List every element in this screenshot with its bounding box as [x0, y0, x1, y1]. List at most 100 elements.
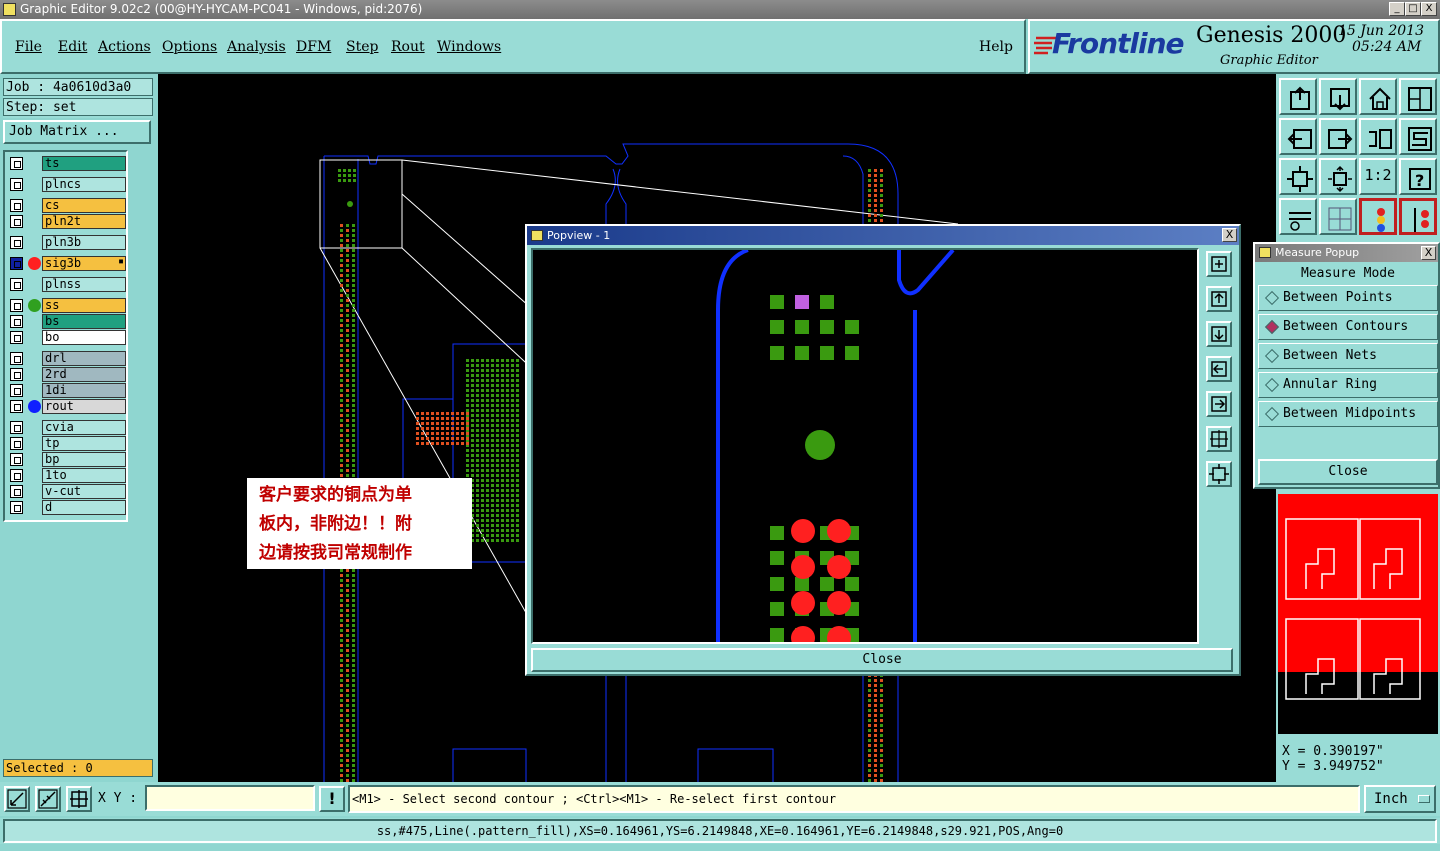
alert-button[interactable]: ! [319, 786, 345, 812]
layer-checkbox[interactable] [10, 315, 23, 328]
layer-row-plnss[interactable]: plnss [8, 277, 128, 292]
pan-left-button[interactable] [1279, 118, 1317, 155]
zoom-center-button[interactable] [1319, 158, 1357, 195]
measure-option-between-midpoints[interactable]: Between Midpoints [1258, 401, 1438, 427]
layer-checkbox[interactable] [10, 299, 23, 312]
menu-windows[interactable]: Windows [437, 39, 501, 55]
pop-pan-up-button[interactable] [1206, 286, 1232, 312]
help-button[interactable]: ? [1399, 158, 1437, 195]
layer-checkbox[interactable] [10, 400, 23, 413]
zoom-home-up-button[interactable] [1279, 78, 1317, 115]
layer-row-drl[interactable]: drl [8, 351, 128, 366]
layer-row-bo[interactable]: bo [8, 330, 128, 345]
pan-right-button[interactable] [1319, 118, 1357, 155]
measure-option-between-contours[interactable]: Between Contours [1258, 314, 1438, 340]
menu-file[interactable]: File [15, 39, 42, 55]
snap-grid-button[interactable] [66, 786, 92, 812]
popview-close-button[interactable]: Close [531, 648, 1233, 672]
zoom-1-2-button[interactable]: 1:2 [1359, 158, 1397, 195]
measure-close-x[interactable]: X [1421, 246, 1436, 260]
measure-option-between-nets[interactable]: Between Nets [1258, 343, 1438, 369]
layer-row-cs[interactable]: cs [8, 198, 128, 213]
pop-zoom-fit-button[interactable] [1206, 426, 1232, 452]
measure-popup[interactable]: Measure Popup X Measure Mode Between Poi… [1253, 242, 1440, 489]
layer-name[interactable]: pln2t [42, 214, 126, 229]
layer-name[interactable]: bo [42, 330, 126, 345]
pop-zoom-in-button[interactable] [1206, 251, 1232, 277]
popview-canvas[interactable] [531, 248, 1199, 644]
layer-checkbox[interactable] [10, 384, 23, 397]
popview-close-x[interactable]: X [1222, 228, 1237, 242]
layer-name[interactable]: cs [42, 198, 126, 213]
tools-button[interactable] [1279, 198, 1317, 235]
layer-row-rout[interactable]: rout [8, 399, 128, 414]
xy-input[interactable] [145, 785, 315, 811]
layer-name[interactable]: plncs [42, 177, 126, 192]
measure-close-button[interactable]: Close [1258, 459, 1438, 485]
layer-name[interactable]: bp [42, 452, 126, 467]
home-view-button[interactable] [1359, 78, 1397, 115]
layer-row-sig3b[interactable]: sig3b ▪ [8, 256, 128, 271]
close-window-button[interactable]: X [1421, 2, 1437, 16]
layer-checkbox[interactable] [10, 236, 23, 249]
swap-button[interactable] [1399, 118, 1437, 155]
layer-row-1di[interactable]: 1di [8, 383, 128, 398]
layer-name[interactable]: drl [42, 351, 126, 366]
layer-name[interactable]: ss [42, 298, 126, 313]
layer-checkbox[interactable] [10, 215, 23, 228]
layer-name[interactable]: 2rd [42, 367, 126, 382]
pop-pan-down-button[interactable] [1206, 321, 1232, 347]
layer-checkbox[interactable] [10, 485, 23, 498]
units-select[interactable]: Inch [1364, 785, 1436, 813]
grid-button[interactable] [1319, 198, 1357, 235]
layer-row-cvia[interactable]: cvia [8, 420, 128, 435]
layer-row-plncs[interactable]: plncs [8, 177, 128, 192]
layer-checkbox[interactable] [10, 278, 23, 291]
maximize-button[interactable]: □ [1405, 2, 1421, 16]
menu-help[interactable]: Help [979, 39, 1013, 55]
layer-name[interactable]: tp [42, 436, 126, 451]
layer-checkbox[interactable] [10, 331, 23, 344]
layer-name[interactable]: sig3b [42, 256, 126, 271]
layer-name[interactable]: 1to [42, 468, 126, 483]
measure-tool-button[interactable] [35, 786, 61, 812]
mirror-button[interactable] [1359, 118, 1397, 155]
layer-row-2rd[interactable]: 2rd [8, 367, 128, 382]
layer-row-d[interactable]: d [8, 500, 128, 515]
layer-name[interactable]: cvia [42, 420, 126, 435]
layer-name[interactable]: 1di [42, 383, 126, 398]
layer-checkbox[interactable] [10, 469, 23, 482]
pop-zoom-center-button[interactable] [1206, 461, 1232, 487]
layer-checkbox[interactable] [10, 257, 23, 270]
layer-name[interactable]: bs [42, 314, 126, 329]
layer-row-ss[interactable]: ss [8, 298, 128, 313]
layer-name[interactable]: pln3b [42, 235, 126, 250]
layer-row-v-cut[interactable]: v-cut [8, 484, 128, 499]
minimize-button[interactable]: _ [1389, 2, 1405, 16]
measure-option-between-points[interactable]: Between Points [1258, 285, 1438, 311]
layer-checkbox[interactable] [10, 453, 23, 466]
menu-analysis[interactable]: Analysis [227, 39, 286, 55]
menu-actions[interactable]: Actions [98, 39, 151, 55]
menu-step[interactable]: Step [346, 39, 378, 55]
zoom-down-button[interactable] [1319, 78, 1357, 115]
layer-checkbox[interactable] [10, 352, 23, 365]
layer-checkbox[interactable] [10, 501, 23, 514]
overview-map[interactable] [1278, 494, 1438, 734]
layer-name[interactable]: rout [42, 399, 126, 414]
select-tool-button[interactable] [4, 786, 30, 812]
layer-row-ts[interactable]: ts [8, 156, 128, 171]
job-matrix-button[interactable]: Job Matrix ... [3, 120, 151, 144]
layer-checkbox[interactable] [10, 368, 23, 381]
menu-options[interactable]: Options [162, 39, 217, 55]
layer-row-tp[interactable]: tp [8, 436, 128, 451]
layer-checkbox[interactable] [10, 178, 23, 191]
popview-window[interactable]: Popview - 1 X Close [525, 224, 1241, 676]
menu-dfm[interactable]: DFM [296, 39, 331, 55]
pop-pan-left-button[interactable] [1206, 356, 1232, 382]
zoom-fit-button[interactable] [1279, 158, 1317, 195]
menu-edit[interactable]: Edit [58, 39, 87, 55]
layer-name[interactable]: ts [42, 156, 126, 171]
layer-checkbox[interactable] [10, 437, 23, 450]
measure-option-annular-ring[interactable]: Annular Ring [1258, 372, 1438, 398]
